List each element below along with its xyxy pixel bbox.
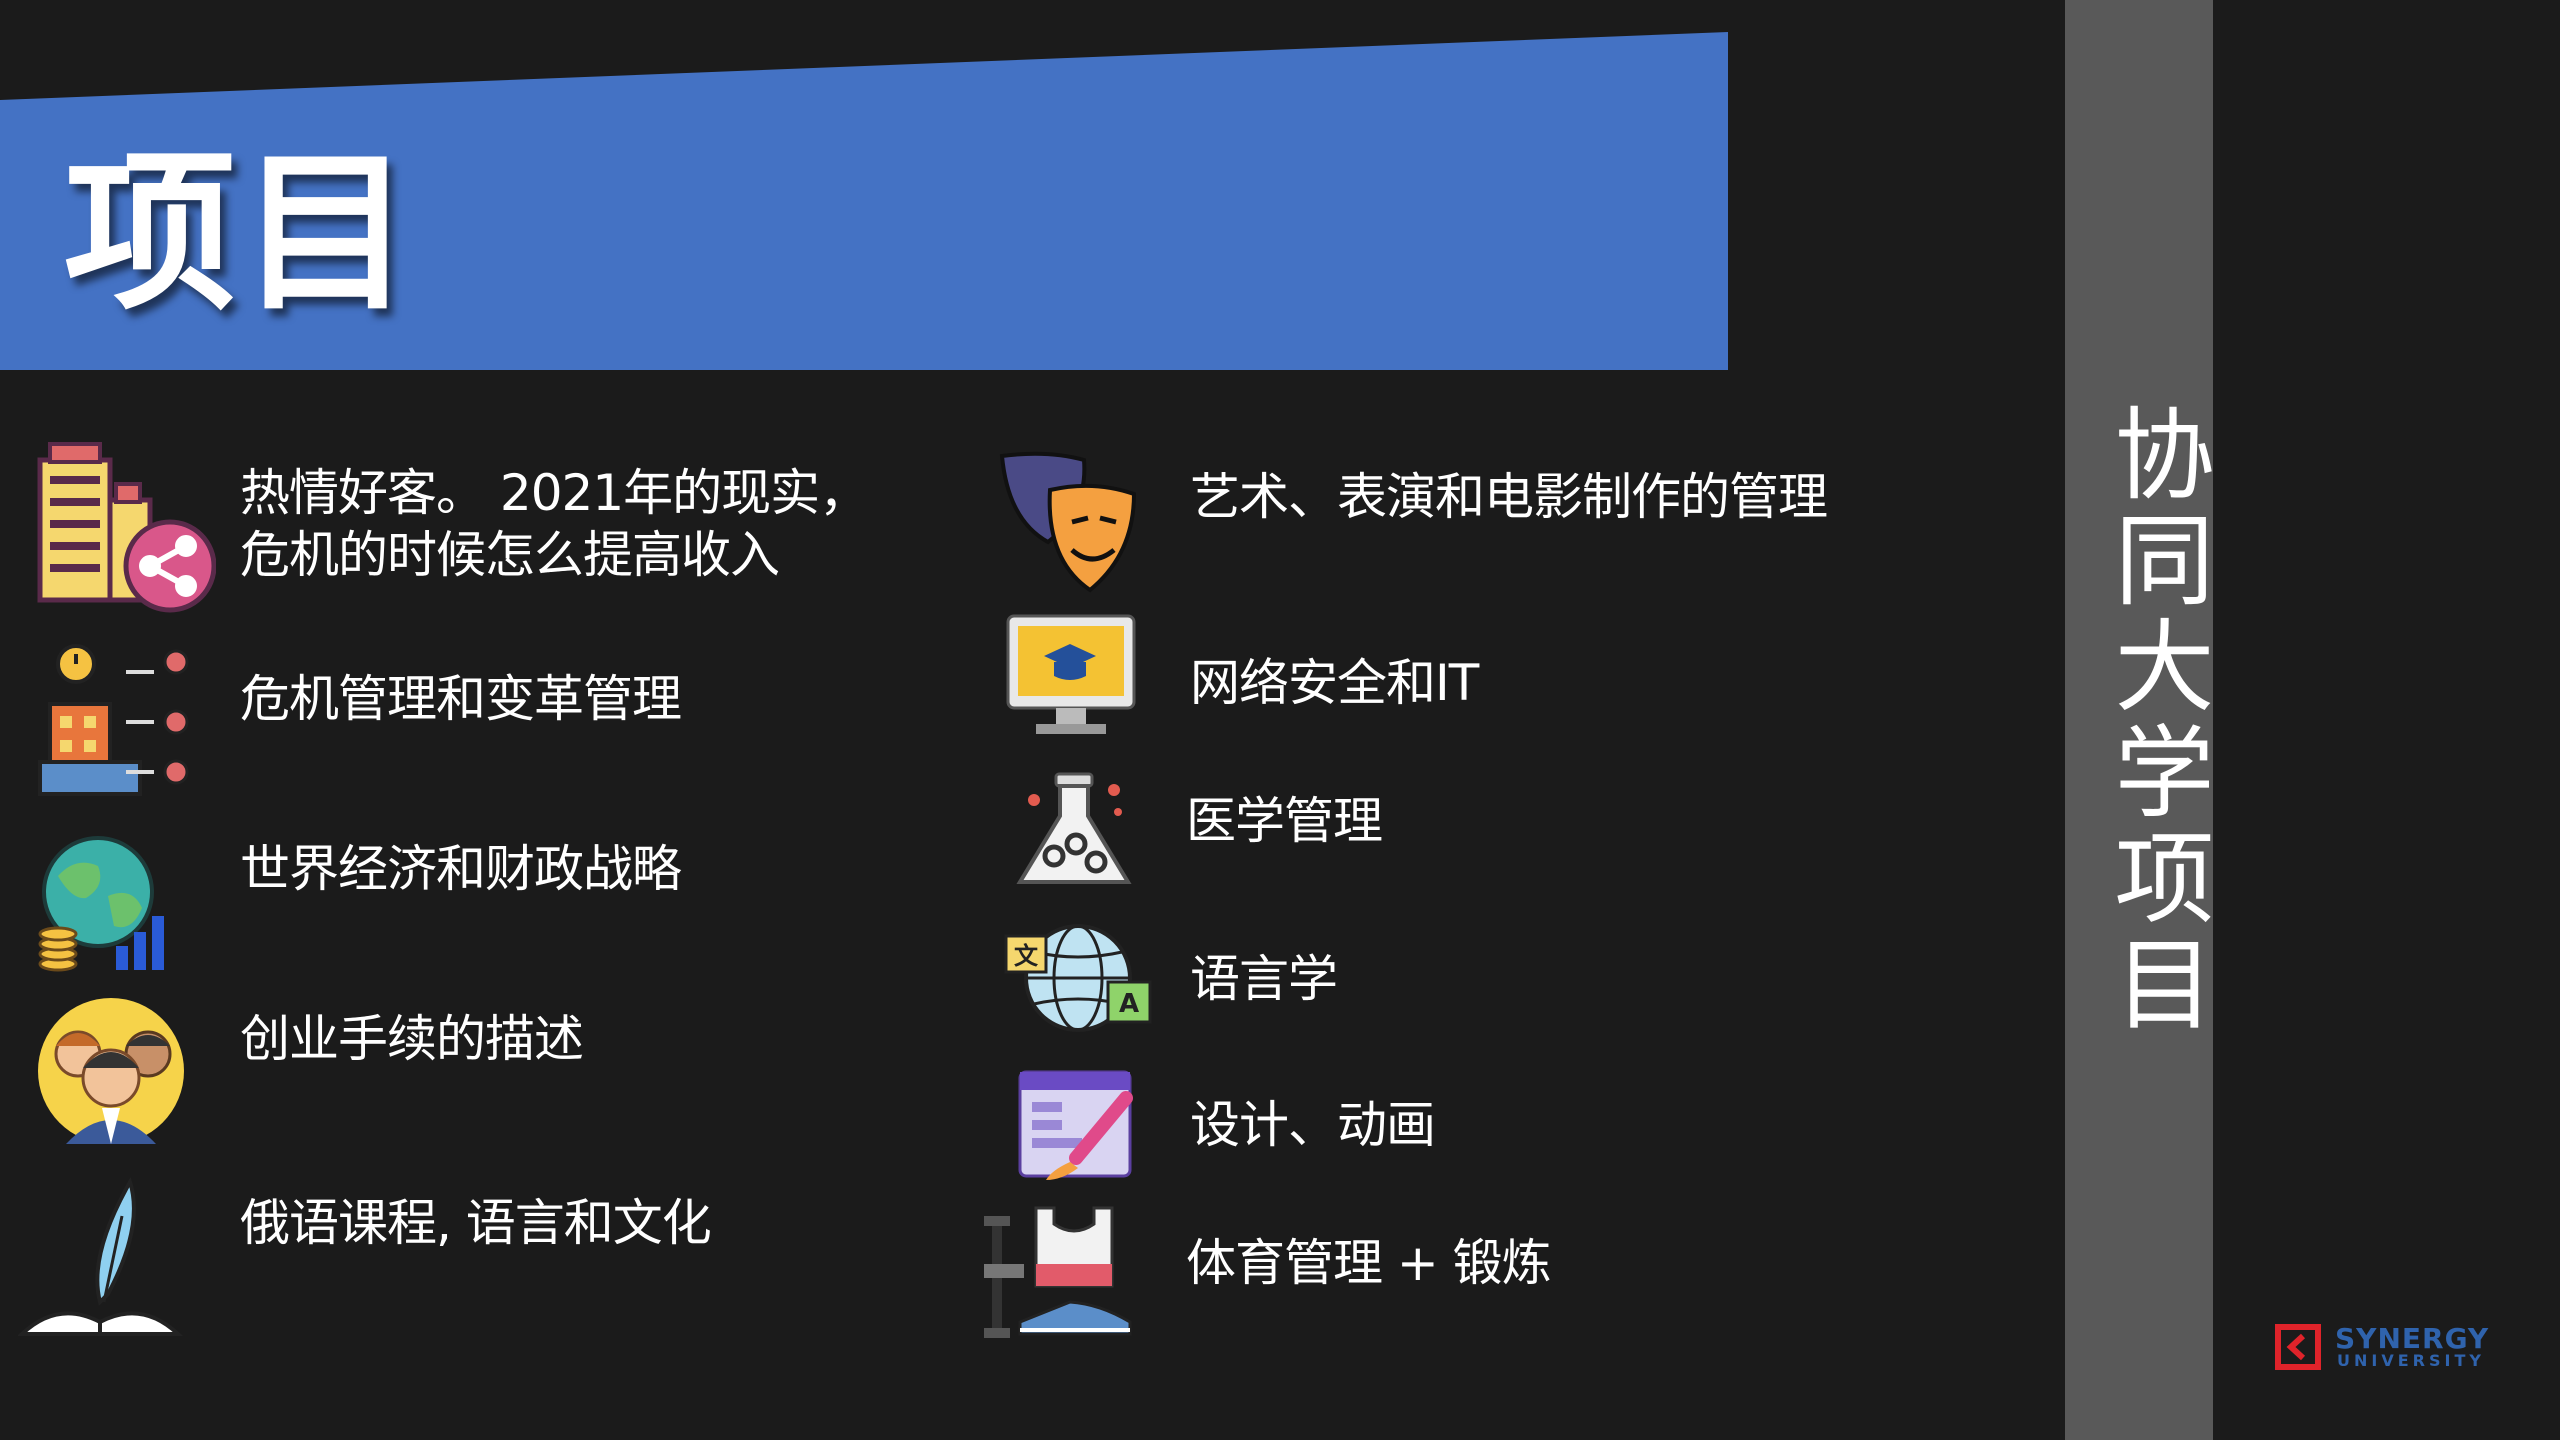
page-title: 项目 [64,133,416,334]
program-item-crisis-management: 危机管理和变革管理 [240,670,682,728]
program-item-sports-management: 体育管理 + 锻炼 [1186,1234,1552,1292]
svg-text:文: 文 [1014,942,1039,970]
online-education-monitor-icon [1006,614,1136,734]
program-item-medical-management: 医学管理 [1186,792,1383,850]
program-item-arts-management: 艺术、表演和电影制作的管理 [1190,468,1828,526]
program-item-startup-procedures: 创业手续的描述 [240,1010,584,1068]
program-item-russian-course: 俄语课程, 语言和文化 [240,1194,712,1252]
design-brush-icon [1018,1070,1133,1180]
synergy-logo: SYNERGY UNIVERSITY [2275,1320,2500,1372]
program-item-design-animation: 设计、动画 [1190,1096,1436,1154]
program-item-linguistics: 语言学 [1190,950,1338,1008]
side-title: 协同大学项目 [2097,402,2214,1038]
synergy-logo-mark-icon [2275,1324,2321,1370]
quill-book-icon [18,1177,183,1336]
theater-masks-icon [999,451,1137,593]
lab-flask-icon [1016,772,1132,884]
crisis-management-icon [38,644,189,796]
business-team-icon [38,998,184,1144]
hotel-share-icon [37,442,216,613]
sports-fitness-icon [984,1206,1132,1338]
program-item-world-economy: 世界经济和财政战略 [240,840,682,898]
globe-finance-icon [38,836,164,972]
language-globe-icon: 文 A [1004,924,1152,1032]
logo-subtitle: UNIVERSITY [2337,1351,2485,1370]
svg-text:A: A [1119,989,1139,1019]
program-item-hospitality: 热情好客。 2021年的现实， 危机的时候怎么提高收入 [240,464,869,584]
program-item-cybersecurity: 网络安全和IT [1190,654,1479,712]
